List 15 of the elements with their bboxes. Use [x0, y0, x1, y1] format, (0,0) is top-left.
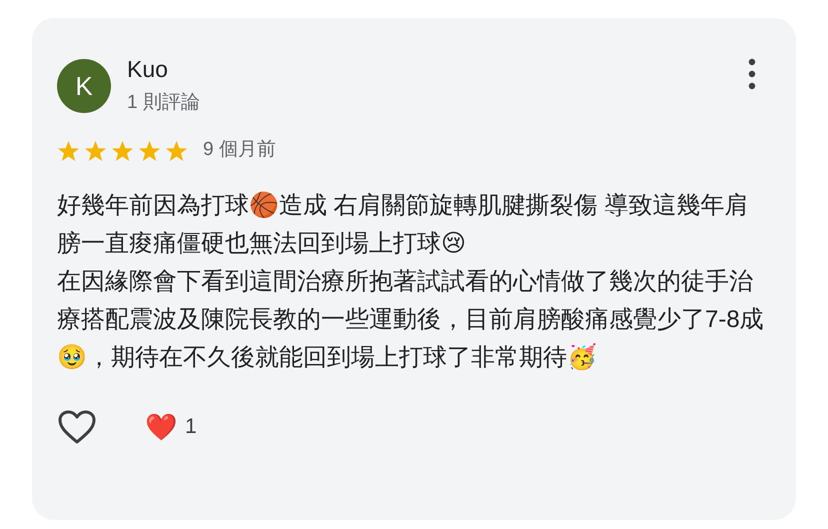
- review-text: 好幾年前因為打球🏀造成 右肩關節旋轉肌腱撕裂傷 導致這幾年肩膀一直痠痛僵硬也無法回到場上打球😢: [57, 190, 750, 259]
- star-icon: [165, 140, 188, 162]
- reaction-count: 1: [185, 414, 197, 440]
- author-name[interactable]: Kuo: [127, 56, 200, 84]
- like-icon[interactable]: [57, 408, 97, 445]
- star-icon: [84, 140, 107, 162]
- review-count: 1 則評論: [127, 92, 200, 114]
- star-icon: [57, 140, 80, 162]
- avatar: K: [57, 59, 111, 113]
- review-time: 9 個月前: [203, 138, 276, 162]
- reaction-emoji[interactable]: ❤: [145, 414, 177, 440]
- review-text: 在因緣際會下看到這間治療所抱著試試看的心情做了幾次的徒手治療搭配震波及陳院長教的一些運動後，目前肩膀酸痛感覺少了7-8成🥹，期待在不久後就能回到場上打球了非常期待🥳: [57, 266, 765, 373]
- more-options-icon[interactable]: [748, 58, 756, 90]
- star-icon: [111, 140, 134, 162]
- star-icon: [138, 140, 161, 162]
